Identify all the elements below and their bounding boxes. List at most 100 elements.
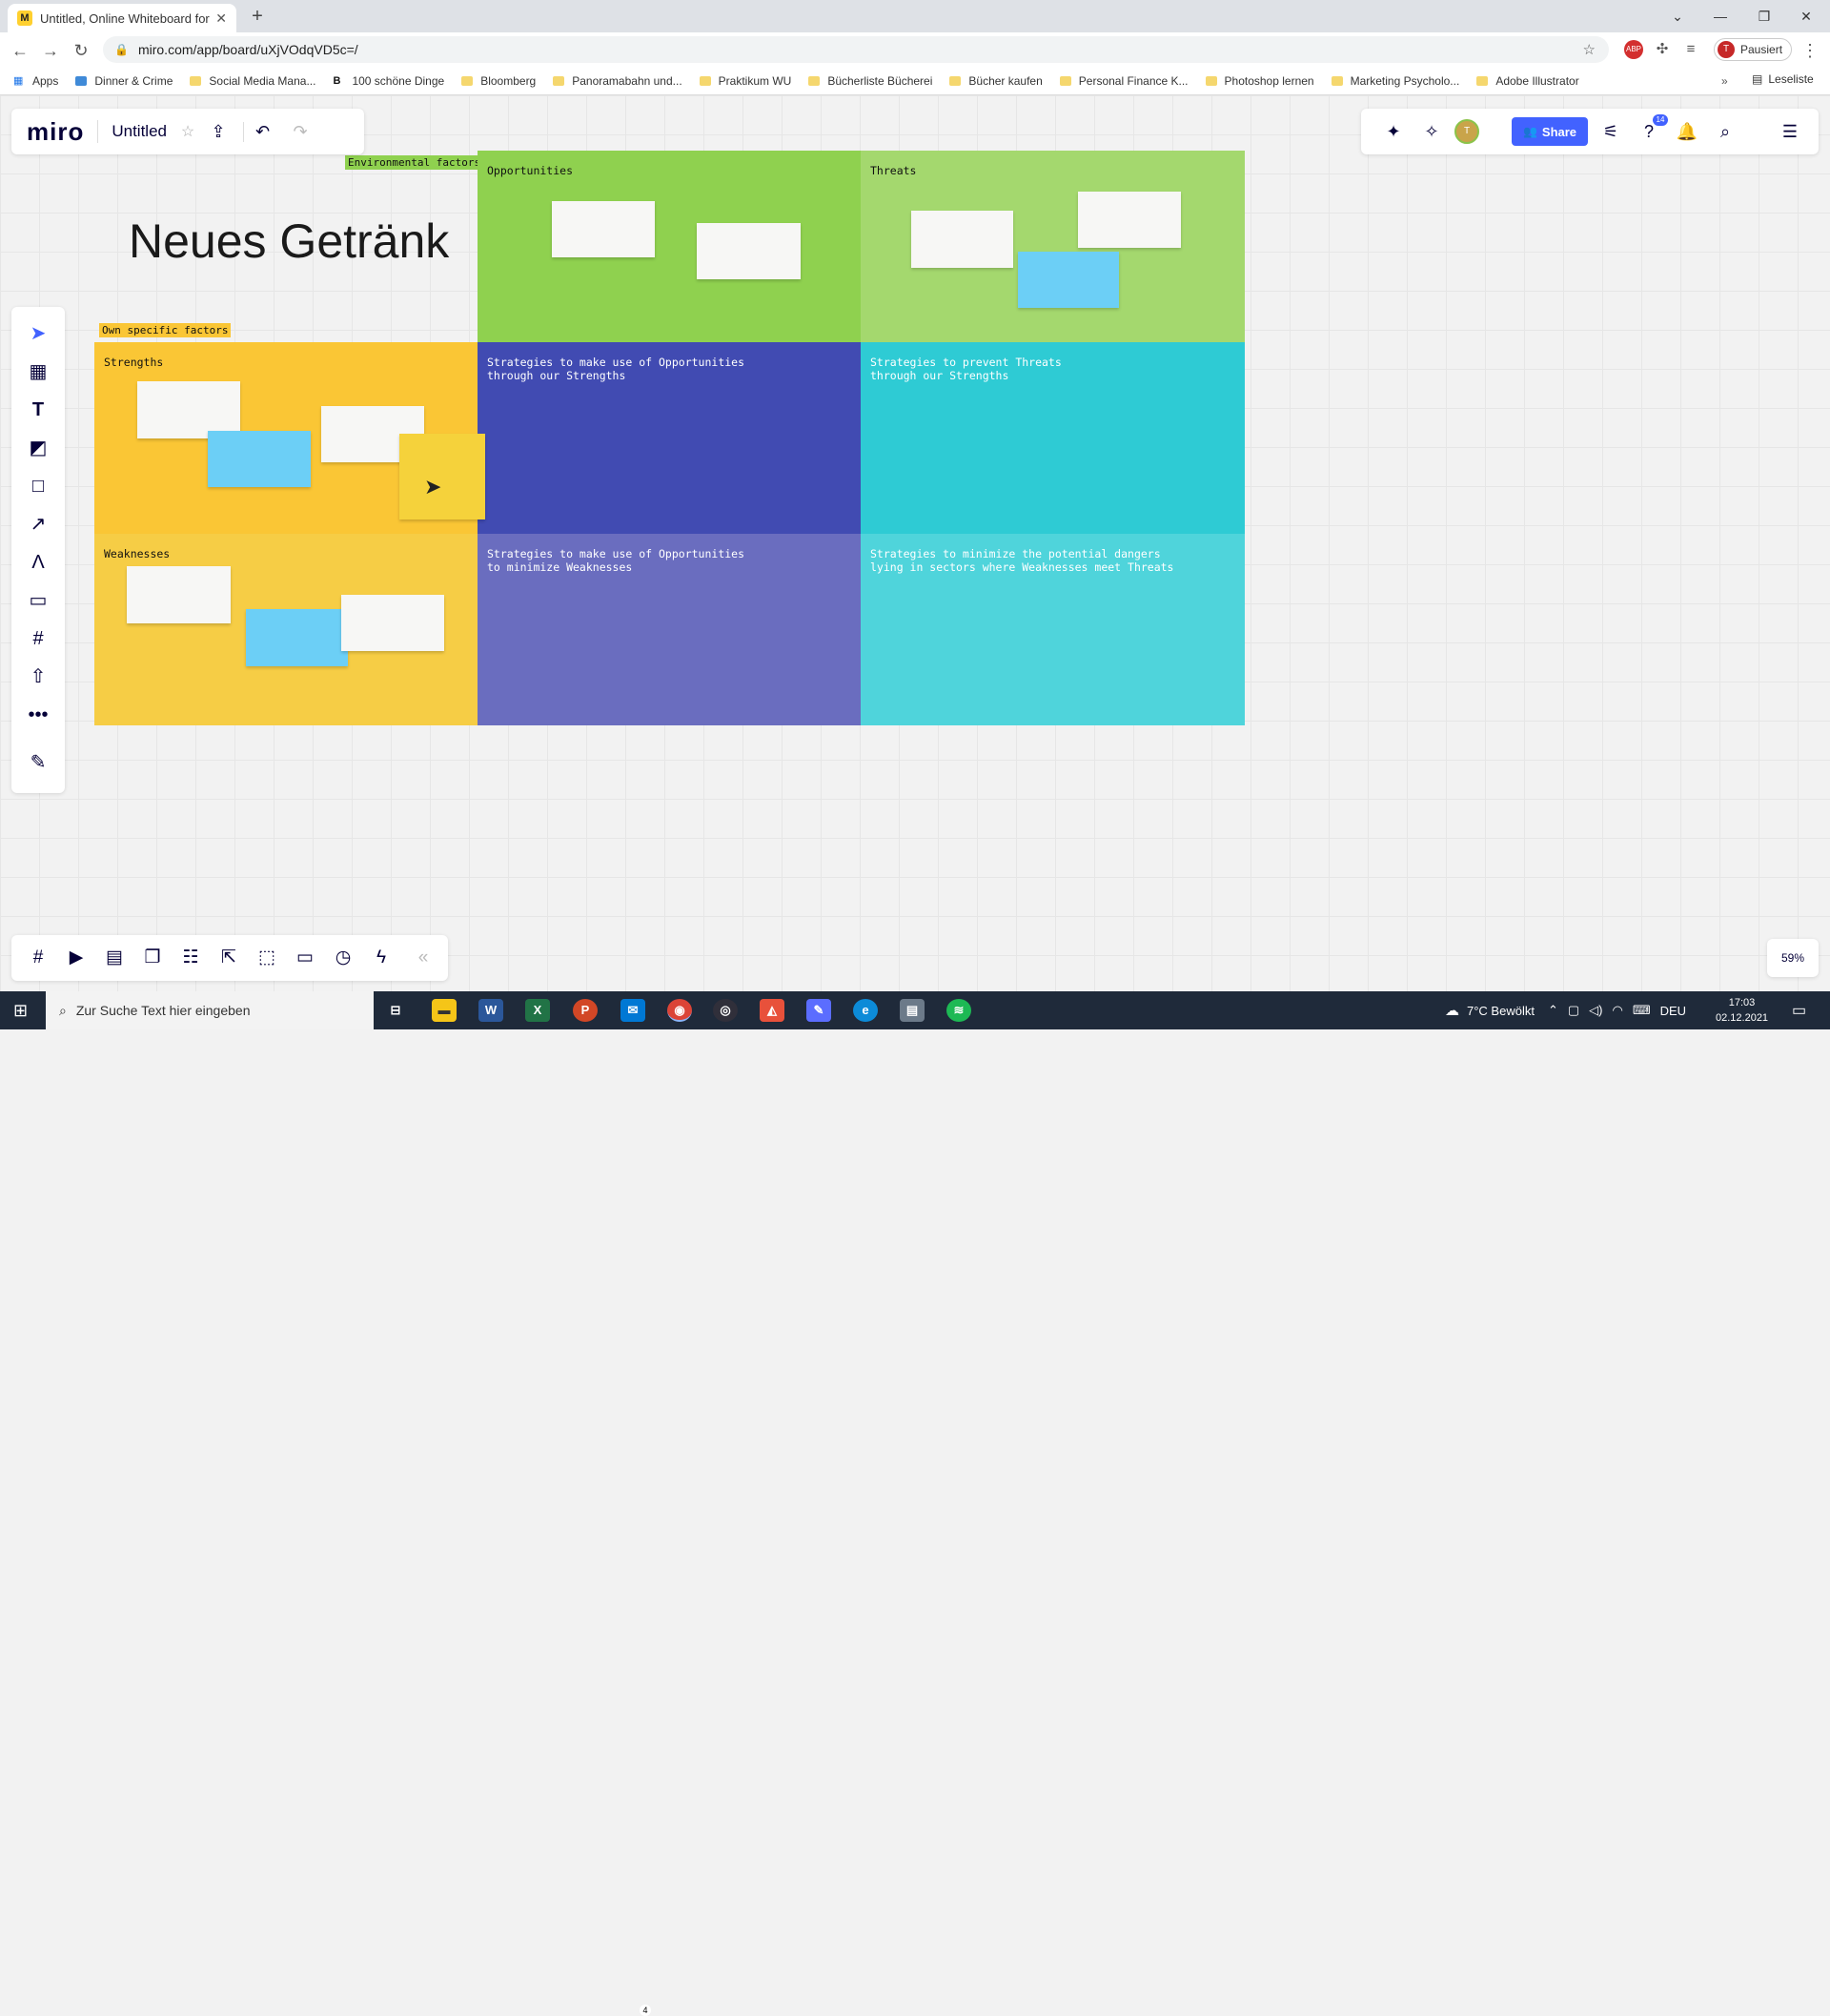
screen-capture-icon[interactable]: ⬚ xyxy=(255,947,278,969)
reading-list-icon[interactable]: ≡ xyxy=(1681,40,1700,59)
undo-icon[interactable]: ↶ xyxy=(242,121,281,142)
share-screen-icon[interactable]: ⇱ xyxy=(217,947,240,969)
adblock-extension-icon[interactable]: ABP xyxy=(1624,40,1643,59)
board-panel-icon[interactable]: ☰ xyxy=(1779,120,1801,143)
powerpoint-icon[interactable]: P xyxy=(573,999,598,1022)
weather-text[interactable]: 7°C Bewölkt xyxy=(1467,1004,1535,1018)
browser-tab[interactable]: M Untitled, Online Whiteboard for ✕ xyxy=(8,4,236,32)
settings-sliders-icon[interactable]: ⚟ xyxy=(1599,120,1622,143)
video-chat-icon[interactable]: ▭ xyxy=(294,947,316,969)
bookmark-item[interactable]: Dinner & Crime xyxy=(75,74,173,88)
chrome-icon[interactable]: ◉ xyxy=(667,999,692,1022)
collaborator-avatar[interactable]: T xyxy=(1454,119,1479,144)
keyboard-icon[interactable]: ⌨ xyxy=(1633,1003,1651,1018)
bookmark-item[interactable]: Bloomberg xyxy=(461,74,536,88)
sticky-note-selected[interactable] xyxy=(399,434,485,519)
select-tool-icon[interactable]: ➤ xyxy=(27,322,50,345)
edge-icon[interactable]: e xyxy=(853,999,878,1022)
network-icon[interactable]: ▢ xyxy=(1568,1003,1579,1018)
miro-logo[interactable]: miro xyxy=(27,117,84,147)
sticky-note[interactable] xyxy=(137,381,240,438)
presentation-icon[interactable]: ▶ xyxy=(65,947,88,969)
bookmark-item[interactable]: Marketing Psycholo... xyxy=(1331,74,1459,88)
sticky-note[interactable] xyxy=(1018,252,1119,308)
templates-icon[interactable]: ▦ xyxy=(27,360,50,383)
shape-tool-icon[interactable]: □ xyxy=(27,475,50,498)
celebrate-icon[interactable]: ✧ xyxy=(1420,120,1443,143)
sticky-note[interactable] xyxy=(911,211,1013,268)
taskbar-search-input[interactable]: ⌕ Zur Suche Text hier eingeben xyxy=(46,991,374,1029)
zoom-level[interactable]: 59% xyxy=(1767,939,1819,977)
obs-icon[interactable]: ◎ xyxy=(713,999,738,1022)
forward-icon[interactable]: → xyxy=(38,38,63,63)
bookmark-star-icon[interactable]: ☆ xyxy=(1583,41,1596,58)
connection-line-icon[interactable]: ↗ xyxy=(27,513,50,536)
bookmark-item[interactable]: B 100 schöne Dinge xyxy=(333,74,444,88)
reactions-icon[interactable]: ✦ xyxy=(1382,120,1405,143)
upload-icon[interactable]: ⇧ xyxy=(27,665,50,688)
windows-start-icon[interactable]: ⊞ xyxy=(13,1001,28,1021)
bookmark-item[interactable]: Praktikum WU xyxy=(699,74,791,88)
app-icon[interactable]: ▤ xyxy=(900,999,925,1022)
spotify-icon[interactable]: ≋ xyxy=(946,999,971,1022)
new-tab-button[interactable]: + xyxy=(246,6,269,29)
sticky-note[interactable] xyxy=(552,201,655,257)
wt-strategy-cell[interactable]: Strategies to minimize the potential dan… xyxy=(861,534,1245,725)
excel-icon[interactable]: X xyxy=(525,999,550,1022)
task-view-icon[interactable]: ⊟ xyxy=(383,999,408,1022)
volume-icon[interactable]: ◁) xyxy=(1589,1003,1602,1018)
board-heading-text[interactable]: Neues Getränk xyxy=(129,214,449,269)
own-factors-label[interactable]: Own specific factors xyxy=(99,323,232,337)
back-icon[interactable]: ← xyxy=(8,38,32,63)
notification-center-icon[interactable]: ▭ xyxy=(1792,1001,1806,1020)
language-indicator[interactable]: DEU xyxy=(1660,1004,1686,1018)
mail-icon[interactable]: ✉ xyxy=(620,999,645,1022)
comment-tool-icon[interactable]: ▭ xyxy=(27,589,50,612)
reading-list-button[interactable]: ▤ Leseliste xyxy=(1752,72,1814,86)
notifications-bell-icon[interactable]: 🔔 xyxy=(1676,120,1698,143)
bookmark-item[interactable]: Adobe Illustrator xyxy=(1476,74,1579,88)
close-tab-icon[interactable]: ✕ xyxy=(215,10,227,27)
word-icon[interactable]: W xyxy=(478,999,503,1022)
bookmark-item[interactable]: Photoshop lernen xyxy=(1205,74,1314,88)
url-input[interactable]: 🔒 miro.com/app/board/uXjVOdqVD5c=/ ☆ xyxy=(103,36,1609,63)
text-tool-icon[interactable]: T xyxy=(27,398,50,421)
board-name[interactable]: Untitled xyxy=(112,122,167,141)
redo-icon[interactable]: ↷ xyxy=(281,122,319,142)
frames-icon[interactable]: # xyxy=(27,947,50,969)
profile-button[interactable]: T Pausiert xyxy=(1714,38,1792,61)
kanban-icon[interactable]: ☷ xyxy=(179,947,202,969)
share-button[interactable]: 👥 Share xyxy=(1512,117,1588,146)
so-strategy-cell[interactable]: Strategies to make use of Opportunities … xyxy=(478,342,861,534)
sticky-note[interactable] xyxy=(208,431,311,487)
more-tools-icon[interactable]: ••• xyxy=(27,703,50,726)
environmental-factors-label[interactable]: Environmental factors xyxy=(345,155,484,170)
bookmark-item[interactable]: Bücher kaufen xyxy=(949,74,1043,88)
collapse-icon[interactable]: « xyxy=(412,947,435,969)
sticky-note[interactable] xyxy=(246,609,348,666)
st-strategy-cell[interactable]: Strategies to prevent Threats through ou… xyxy=(861,342,1245,534)
app-icon[interactable]: ◭ xyxy=(760,999,784,1022)
chevron-up-icon[interactable]: ⌃ xyxy=(1548,1003,1558,1018)
minimize-icon[interactable]: — xyxy=(1706,6,1735,27)
bookmark-item[interactable]: Personal Finance K... xyxy=(1059,74,1189,88)
bookmark-apps[interactable]: ▦ Apps xyxy=(13,74,58,88)
reload-icon[interactable]: ↻ xyxy=(69,38,93,63)
cards-icon[interactable]: ❐ xyxy=(141,947,164,969)
search-icon[interactable]: ⌕ xyxy=(1714,120,1737,143)
browser-menu-icon[interactable]: ⋮ xyxy=(1798,38,1822,63)
file-explorer-icon[interactable]: ▬ xyxy=(432,999,457,1022)
bookmarks-overflow-button[interactable]: » xyxy=(1721,74,1728,88)
bookmark-item[interactable]: Panoramabahn und... xyxy=(553,74,682,88)
timer-icon[interactable]: ◷ xyxy=(332,947,355,969)
export-icon[interactable]: ⇪ xyxy=(199,122,237,142)
opportunities-cell[interactable]: Opportunities xyxy=(478,151,861,342)
bookmark-item[interactable]: Social Media Mana... xyxy=(190,74,315,88)
sticky-note[interactable] xyxy=(127,566,231,623)
wifi-icon[interactable]: ◠ xyxy=(1612,1003,1622,1018)
restore-icon[interactable]: ❐ xyxy=(1750,6,1779,27)
sticky-note[interactable] xyxy=(697,223,801,279)
extensions-puzzle-icon[interactable]: ✣ xyxy=(1653,40,1672,59)
comments-icon[interactable]: ▤ xyxy=(103,947,126,969)
sticky-note-tool-icon[interactable]: ◩ xyxy=(27,437,50,459)
